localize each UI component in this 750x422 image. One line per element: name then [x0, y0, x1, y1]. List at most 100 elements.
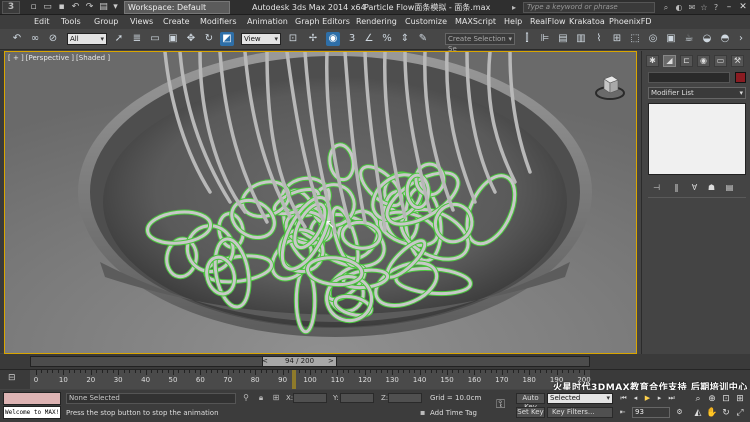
display-icon[interactable]: ▭	[714, 55, 727, 67]
menu-tools[interactable]: Tools	[61, 15, 81, 29]
unlink-icon[interactable]: ⊘	[46, 32, 60, 46]
menu-customize[interactable]: Customize	[405, 15, 447, 29]
zoom-extents-icon[interactable]: ⊡	[720, 393, 732, 405]
isolate-selection-icon[interactable]: ⚲	[241, 393, 251, 403]
selection-filter-dropdown[interactable]: All	[67, 33, 107, 45]
frame-ruler[interactable]: 0 10 20 30 40 50 60 70 80 90 100 110 120 130 140 150 160…	[30, 370, 591, 389]
menu-help[interactable]: Help	[504, 15, 522, 29]
time-slider-thumb[interactable]: 94 / 200	[262, 356, 337, 367]
hierarchy-icon[interactable]: ⊏	[680, 55, 693, 67]
window-crossing-icon[interactable]: ▣	[166, 32, 180, 46]
zoom-icon[interactable]: ⌕	[692, 393, 704, 405]
perspective-viewport[interactable]: [ + ] [Perspective ] [Shaded ] ↖	[4, 51, 637, 354]
viewcube-icon[interactable]	[593, 71, 627, 105]
object-color-swatch[interactable]	[735, 72, 746, 83]
snaps-toggle-icon[interactable]: 3	[345, 32, 359, 46]
toolbar-more-icon[interactable]: ›	[734, 32, 748, 46]
field-of-view-icon[interactable]: ◭	[692, 407, 704, 419]
go-to-end-icon[interactable]: ⏭	[666, 393, 677, 403]
select-object-icon[interactable]: ➚	[112, 32, 126, 46]
viewport-label[interactable]: [ + ] [Perspective ] [Shaded ]	[8, 54, 112, 63]
next-frame-button-icon[interactable]: ▸	[654, 393, 665, 403]
go-to-start-icon[interactable]: ⏮	[618, 393, 629, 403]
curve-editor-icon[interactable]: ⌇	[592, 32, 606, 46]
render-setup-icon[interactable]: ◎	[646, 32, 660, 46]
select-and-move-icon[interactable]: ✥	[184, 32, 198, 46]
mirror-icon[interactable]: ⫿	[520, 32, 534, 46]
menu-create[interactable]: Create	[163, 15, 190, 29]
rectangle-selection-icon[interactable]: ▭	[148, 32, 162, 46]
minimize-button[interactable]: –	[722, 1, 736, 13]
key-filters-button[interactable]: Key Filters...	[547, 407, 613, 418]
select-by-name-icon[interactable]: ≣	[130, 32, 144, 46]
utilities-icon[interactable]: ⚒	[731, 55, 744, 67]
menu-views[interactable]: Views	[130, 15, 153, 29]
pivot-center-icon[interactable]: ⊡	[286, 32, 300, 46]
project-folder-icon[interactable]: ▤	[98, 2, 109, 13]
set-key-button[interactable]: Set Key	[516, 407, 545, 418]
spinner-snap-icon[interactable]: ⇕	[398, 32, 412, 46]
render-iterative-icon[interactable]: ◓	[718, 32, 732, 46]
angle-snap-icon[interactable]: ∠	[362, 32, 376, 46]
set-key-icon[interactable]: ⚿	[496, 395, 510, 413]
key-mode-toggle-icon[interactable]: ⇤	[617, 407, 628, 417]
create-icon[interactable]: ✱	[646, 55, 659, 67]
align-icon[interactable]: ⊫	[538, 32, 552, 46]
mini-curve-editor-icon[interactable]: ⊟	[8, 372, 22, 384]
play-stop-icon[interactable]: ▶	[642, 393, 653, 403]
layer-manager-icon[interactable]: ▤	[556, 32, 570, 46]
menu-maxscript[interactable]: MAXScript	[455, 15, 496, 29]
percent-snap-icon[interactable]: %	[380, 32, 394, 46]
motion-icon[interactable]: ◉	[697, 55, 710, 67]
coord-y-field[interactable]	[340, 393, 374, 403]
menu-realflow[interactable]: RealFlow	[530, 15, 566, 29]
select-and-scale-icon[interactable]: ◩	[220, 32, 234, 46]
render-teapot-icon[interactable]: ◒	[700, 32, 714, 46]
next-frame-icon[interactable]: >	[328, 356, 336, 367]
auto-key-button[interactable]: Auto Key	[516, 393, 545, 411]
search-icon[interactable]: ⌕	[660, 2, 672, 13]
favorites-icon[interactable]: ☆	[698, 2, 710, 13]
maxscript-output[interactable]: Welcome to MAX!	[3, 406, 61, 419]
selection-lock-icon[interactable]: 🔒︎	[256, 393, 266, 403]
select-and-rotate-icon[interactable]: ↻	[202, 32, 216, 46]
select-manipulate-icon[interactable]: ✢	[306, 32, 320, 46]
absolute-mode-icon[interactable]: ⊞	[271, 393, 281, 403]
help-icon[interactable]: ?	[710, 2, 722, 13]
modify-icon[interactable]: ◢	[663, 55, 676, 67]
orbit-icon[interactable]: ↻	[720, 407, 732, 419]
make-unique-icon[interactable]: ∀	[688, 182, 701, 193]
menu-rendering[interactable]: Rendering	[356, 15, 397, 29]
infocenter-arrow-icon[interactable]: ▸	[508, 2, 520, 13]
named-selection-edit-icon[interactable]: ✎	[416, 32, 430, 46]
named-selection-set-dropdown[interactable]: Create Selection Se	[445, 33, 515, 53]
viewport-shading-label[interactable]: [Shaded ]	[76, 54, 110, 62]
quick-access-dropdown-icon[interactable]: ▾	[110, 2, 121, 13]
new-file-icon[interactable]: ▫	[28, 2, 39, 13]
menu-animation[interactable]: Animation	[247, 15, 288, 29]
time-configuration-icon[interactable]: ⚙	[674, 407, 685, 417]
communication-icon[interactable]: ✉	[686, 2, 698, 13]
workspace-dropdown[interactable]: Workspace: Default	[124, 1, 230, 14]
zoom-all-icon[interactable]: ⊕	[706, 393, 718, 405]
coord-x-field[interactable]	[293, 393, 327, 403]
previous-frame-icon[interactable]: <	[262, 356, 270, 367]
save-file-icon[interactable]: ▪	[56, 2, 67, 13]
coord-z-field[interactable]	[388, 393, 422, 403]
redo-icon[interactable]: ↷	[84, 2, 95, 13]
open-file-icon[interactable]: ▭	[42, 2, 53, 13]
object-name-field[interactable]	[648, 72, 730, 83]
menu-krakatoa[interactable]: Krakatoa	[569, 15, 605, 29]
maximize-viewport-icon[interactable]: ⤢	[734, 407, 746, 419]
modifier-stack[interactable]	[648, 103, 746, 175]
keyboard-shortcut-override-icon[interactable]: ◉	[326, 32, 340, 46]
menu-edit[interactable]: Edit	[34, 15, 50, 29]
search-input[interactable]: Type a keyword or phrase	[523, 2, 655, 13]
menu-graph-editors[interactable]: Graph Editors	[295, 15, 350, 29]
material-editor-icon[interactable]: ⬚	[628, 32, 642, 46]
graphite-ribbon-icon[interactable]: ▥	[574, 32, 588, 46]
undo-icon[interactable]: ↶	[70, 2, 81, 13]
close-button[interactable]: ✕	[736, 1, 750, 13]
zoom-extents-all-icon[interactable]: ⊞	[734, 393, 746, 405]
previous-frame-button-icon[interactable]: ◂	[630, 393, 641, 403]
